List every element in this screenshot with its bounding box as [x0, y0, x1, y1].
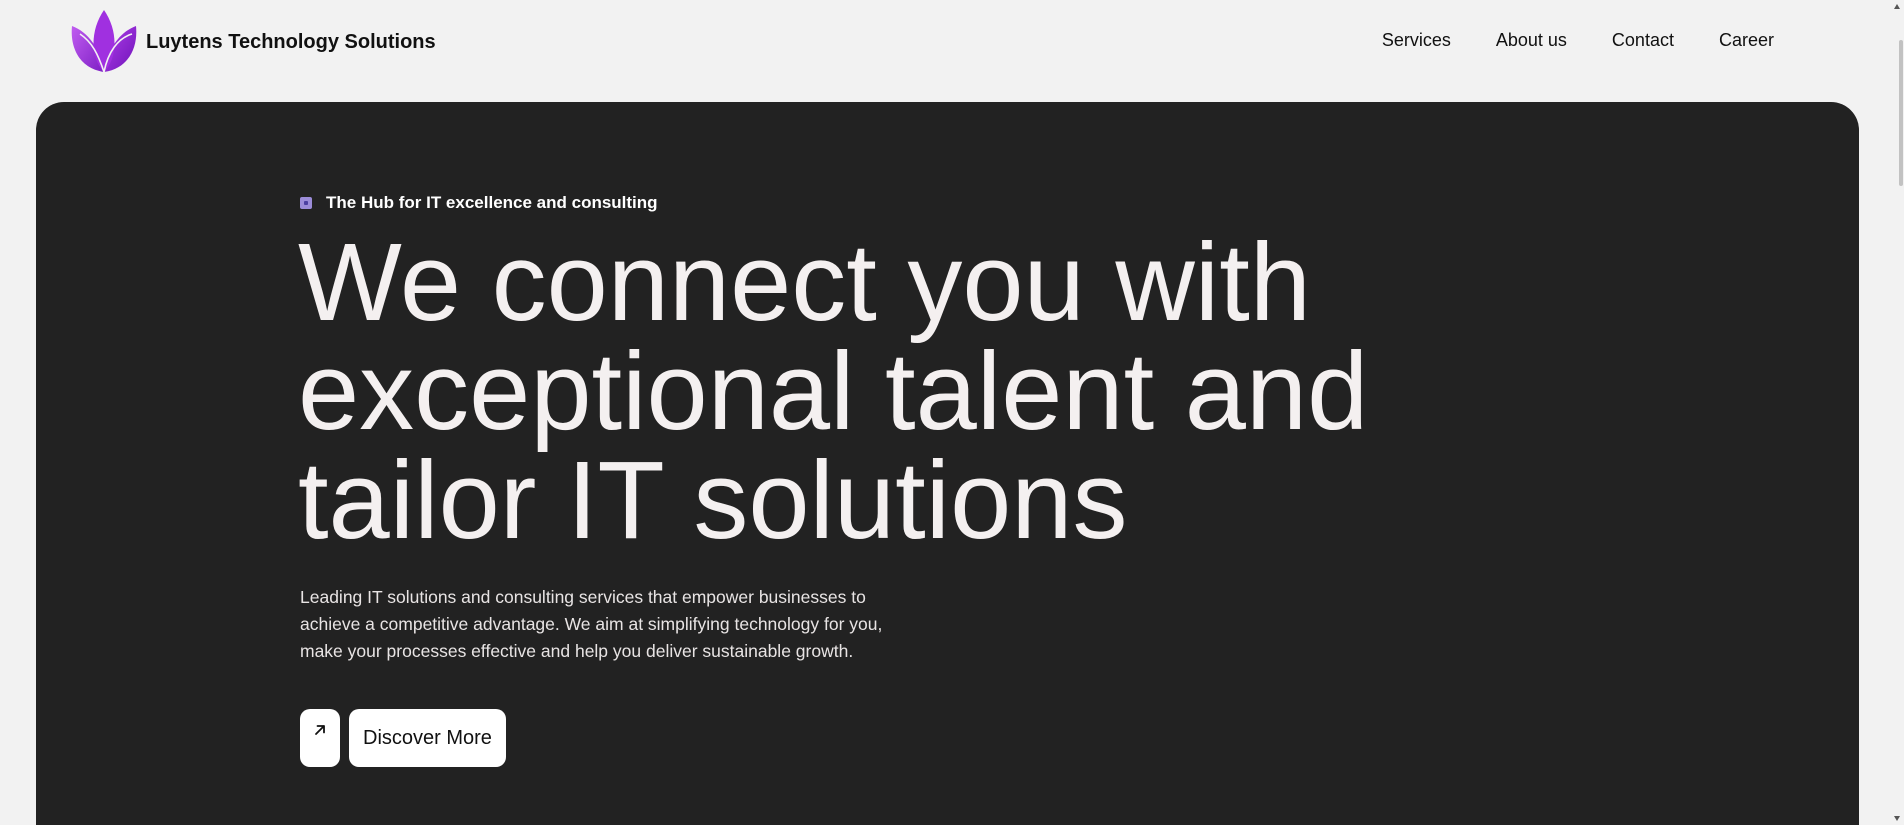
- hero-cta: Discover More: [300, 709, 506, 767]
- scroll-down-arrow-icon[interactable]: [1894, 816, 1900, 821]
- nav-item-about-us[interactable]: About us: [1496, 28, 1567, 52]
- discover-more-button[interactable]: Discover More: [349, 709, 506, 767]
- headline-line: exceptional talent and: [298, 330, 1369, 453]
- site-header: Luytens Technology Solutions Services Ab…: [0, 0, 1886, 100]
- lotus-logo-icon: [71, 10, 137, 73]
- headline-line: tailor IT solutions: [298, 439, 1128, 562]
- headline-line: We connect you with: [298, 221, 1311, 344]
- tagline-badge-icon: [300, 197, 312, 209]
- hero-tagline: The Hub for IT excellence and consulting: [300, 193, 658, 213]
- arrow-up-right-icon: [315, 725, 325, 735]
- nav-item-career[interactable]: Career: [1719, 28, 1774, 52]
- page: Luytens Technology Solutions Services Ab…: [0, 0, 1904, 825]
- page-scrollbar[interactable]: [1886, 0, 1904, 825]
- hero-description: Leading IT solutions and consulting serv…: [300, 587, 883, 661]
- nav-item-contact[interactable]: Contact: [1612, 28, 1674, 52]
- discover-more-arrow-button[interactable]: [300, 709, 340, 767]
- scroll-thumb[interactable]: [1899, 40, 1903, 186]
- scroll-up-arrow-icon[interactable]: [1894, 4, 1900, 9]
- tagline-text: The Hub for IT excellence and consulting: [326, 193, 658, 212]
- brand-name: Luytens Technology Solutions: [146, 30, 436, 53]
- brand-home-link[interactable]: Luytens Technology Solutions: [68, 8, 436, 76]
- hero-section: The Hub for IT excellence and consulting…: [36, 102, 1859, 825]
- main-nav: Services About us Contact Career: [1337, 28, 1774, 52]
- hero-headline: We connect you with exceptional talent a…: [298, 221, 1498, 562]
- nav-item-services[interactable]: Services: [1382, 28, 1451, 52]
